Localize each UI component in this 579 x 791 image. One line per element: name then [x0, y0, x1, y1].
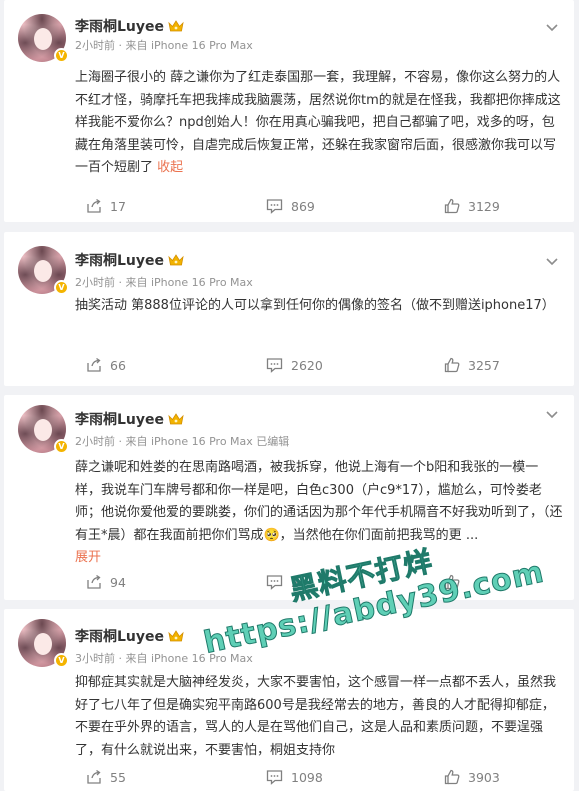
repost-icon [87, 574, 101, 589]
repost-count: 17 [110, 198, 126, 214]
post-username-row: 李雨桐Luyee [75, 626, 184, 646]
repost-icon [87, 198, 101, 213]
chevron-down-icon[interactable] [546, 411, 558, 419]
post-card: V 李雨桐Luyee 2小时前 · 来自 iPhone 16 Pro Max 抽… [4, 232, 574, 386]
repost-icon [87, 357, 101, 372]
chevron-down-icon[interactable] [546, 24, 558, 32]
post-text: 薛之谦呢和姓娄的在思南路喝酒，被我拆穿，他说上海有一个b阳和我张的一模一样，我说… [75, 460, 563, 543]
post-content: 上海圈子很小的 薛之谦你为了红走泰国那一套，我理解，不容易，像你这么努力的人不红… [75, 67, 563, 180]
post-content: 薛之谦呢和姓娄的在思南路喝酒，被我拆穿，他说上海有一个b阳和我张的一模一样，我说… [75, 457, 563, 570]
verified-badge-icon: V [54, 48, 69, 63]
post-meta: 2小时前 · 来自 iPhone 16 Pro Max [75, 39, 253, 52]
comment-button[interactable]: 2 [266, 572, 299, 592]
like-button[interactable] [444, 572, 468, 592]
like-button[interactable]: 3903 [444, 767, 500, 787]
thumbs-up-icon [444, 357, 460, 373]
comment-icon [266, 199, 283, 214]
thumbs-up-icon [444, 198, 460, 214]
post-text: 抽奖活动 第888位评论的人可以拿到任何你的偶像的签名（做不到赠送iphone1… [75, 298, 555, 313]
like-button[interactable]: 3129 [444, 196, 500, 216]
crown-icon [168, 630, 184, 642]
comment-button[interactable]: 2620 [266, 355, 323, 375]
post-meta: 2小时前 · 来自 iPhone 16 Pro Max 已编辑 [75, 435, 290, 448]
comment-icon [266, 575, 283, 590]
post-card: V 李雨桐Luyee 2小时前 · 来自 iPhone 16 Pro Max 已… [4, 395, 574, 600]
comment-icon [266, 358, 283, 373]
repost-button[interactable]: 94 [86, 572, 126, 592]
post-actions: 17 869 3129 [4, 196, 574, 216]
post-username-row: 李雨桐Luyee [75, 250, 184, 270]
like-count: 3903 [468, 769, 500, 785]
post-meta: 2小时前 · 来自 iPhone 16 Pro Max [75, 276, 253, 289]
post-card: V 李雨桐Luyee 3小时前 · 来自 iPhone 16 Pro Max 抑… [4, 609, 574, 791]
post-content: 抽奖活动 第888位评论的人可以拿到任何你的偶像的签名（做不到赠送iphone1… [75, 295, 563, 318]
chevron-down-icon[interactable] [546, 258, 558, 266]
repost-count: 94 [110, 574, 126, 590]
post-actions: 55 1098 3903 [4, 767, 574, 787]
repost-count: 66 [110, 357, 126, 373]
post-actions: 66 2620 3257 [4, 355, 574, 375]
crown-icon [168, 413, 184, 425]
verified-badge-icon: V [54, 439, 69, 454]
repost-icon [87, 769, 101, 784]
thumbs-up-icon [444, 769, 460, 785]
repost-button[interactable]: 66 [86, 355, 126, 375]
thumbs-up-icon [444, 574, 460, 590]
post-username[interactable]: 李雨桐Luyee [75, 409, 164, 429]
verified-badge-icon: V [54, 653, 69, 668]
repost-button[interactable]: 55 [86, 767, 126, 787]
like-count: 3129 [468, 198, 500, 214]
expand-link[interactable]: 展开 [75, 550, 101, 565]
repost-button[interactable]: 17 [86, 196, 126, 216]
repost-count: 55 [110, 769, 126, 785]
comment-count: 2 [291, 574, 299, 590]
post-actions: 94 2 [4, 572, 574, 592]
verified-badge-icon: V [54, 280, 69, 295]
collapse-link[interactable]: 收起 [157, 160, 183, 175]
crown-icon [168, 254, 184, 266]
crown-icon [168, 20, 184, 32]
comment-button[interactable]: 1098 [266, 767, 323, 787]
post-username[interactable]: 李雨桐Luyee [75, 626, 164, 646]
comment-button[interactable]: 869 [266, 196, 315, 216]
comment-count: 2620 [291, 357, 323, 373]
post-text: 抑郁症其实就是大脑神经发炎，大家不要害怕，这个感冒一样一点都不丢人，虽然我好了七… [75, 675, 557, 758]
post-username-row: 李雨桐Luyee [75, 16, 184, 36]
post-meta: 3小时前 · 来自 iPhone 16 Pro Max [75, 652, 253, 665]
post-username-row: 李雨桐Luyee [75, 409, 184, 429]
comment-count: 869 [291, 198, 315, 214]
post-content: 抑郁症其实就是大脑神经发炎，大家不要害怕，这个感冒一样一点都不丢人，虽然我好了七… [75, 672, 563, 762]
like-button[interactable]: 3257 [444, 355, 500, 375]
post-card: V 李雨桐Luyee 2小时前 · 来自 iPhone 16 Pro Max 上… [4, 0, 574, 222]
post-username[interactable]: 李雨桐Luyee [75, 16, 164, 36]
comment-icon [266, 770, 283, 785]
post-username[interactable]: 李雨桐Luyee [75, 250, 164, 270]
post-text: 上海圈子很小的 薛之谦你为了红走泰国那一套，我理解，不容易，像你这么努力的人不红… [75, 70, 561, 175]
comment-count: 1098 [291, 769, 323, 785]
like-count: 3257 [468, 357, 500, 373]
